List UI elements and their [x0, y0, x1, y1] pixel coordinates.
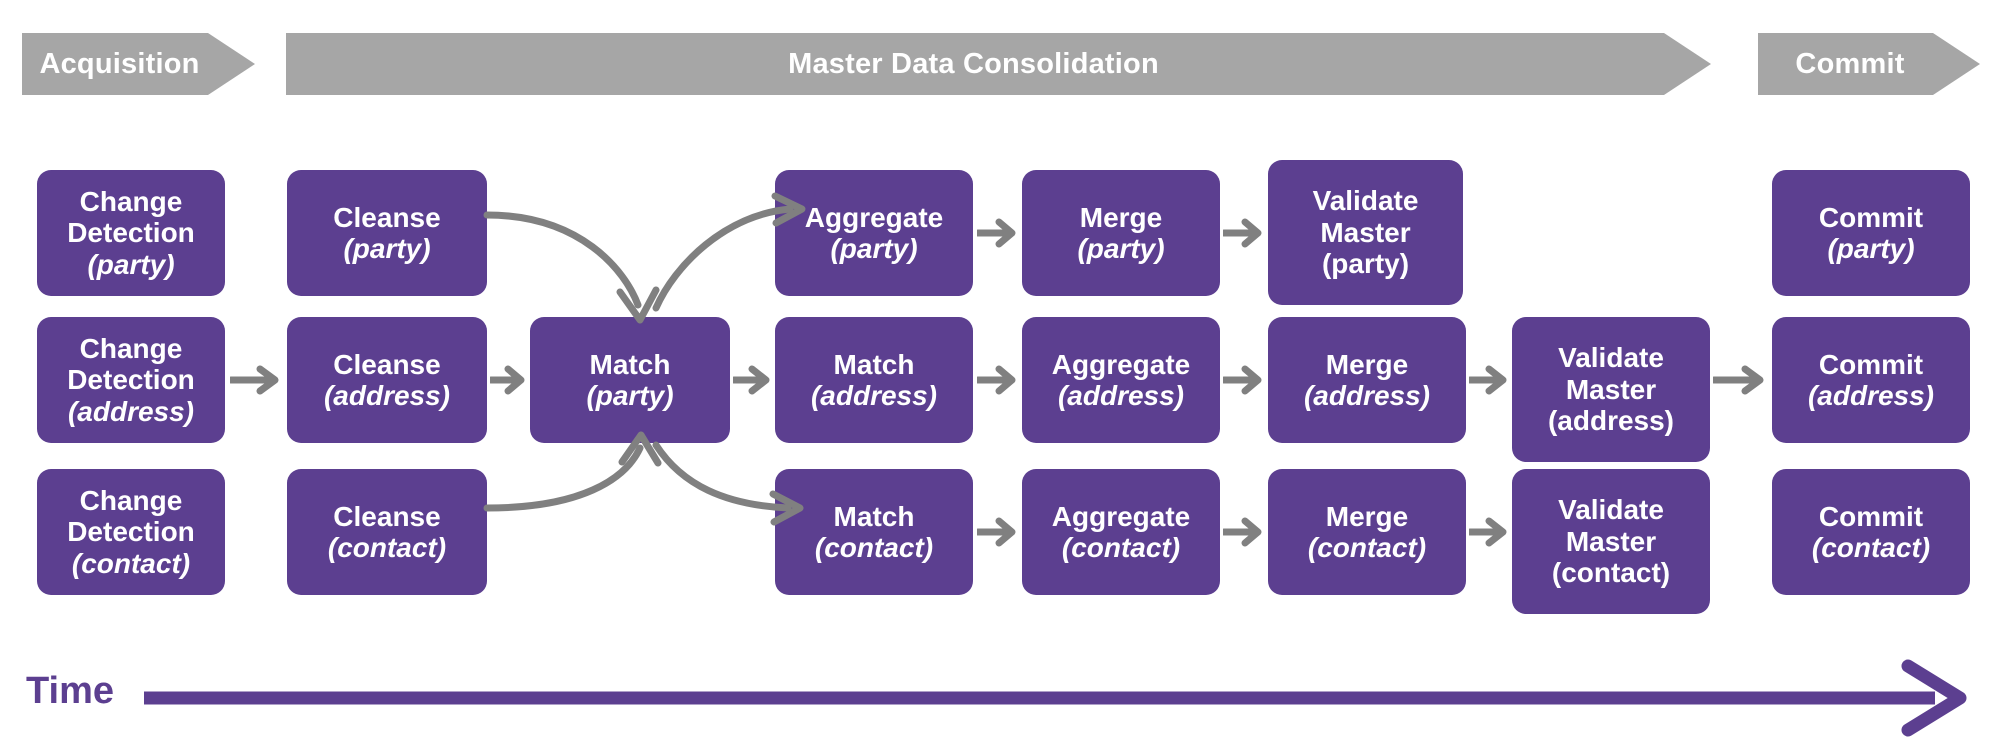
arrow-match-to-aggregate-address — [977, 360, 1020, 400]
node-line1: Commit — [1818, 348, 1924, 380]
arrow-aggregate-to-merge-address — [1223, 360, 1266, 400]
node-qualifier: (address) — [810, 380, 938, 411]
node-line1: Aggregate — [1051, 348, 1191, 380]
phase-banner-acquisition: Acquisition — [22, 33, 255, 95]
time-arrow-icon — [140, 652, 1980, 744]
node-commit-address[interactable]: Commit (address) — [1772, 317, 1970, 443]
arrow-aggregate-to-merge-contact — [1223, 512, 1266, 552]
node-line1: Aggregate — [1051, 500, 1191, 532]
node-qualifier: (address) — [1547, 405, 1675, 437]
node-commit-party[interactable]: Commit (party) — [1772, 170, 1970, 296]
node-qualifier: (address) — [67, 395, 195, 427]
node-match-party[interactable]: Match (party) — [530, 317, 730, 443]
phase-banner-commit: Commit — [1758, 33, 1980, 95]
node-line2: Detection — [67, 516, 195, 548]
node-line1: Match — [833, 500, 915, 532]
node-line1: Match — [589, 348, 671, 380]
node-merge-party[interactable]: Merge (party) — [1022, 170, 1220, 296]
node-qualifier: (contact) — [327, 532, 447, 563]
node-line1: Aggregate — [804, 201, 944, 233]
node-qualifier: (contact) — [1307, 532, 1427, 563]
node-qualifier: (address) — [1807, 380, 1935, 411]
node-commit-contact[interactable]: Commit (contact) — [1772, 469, 1970, 595]
node-qualifier: (party) — [343, 233, 431, 264]
phase-label-commit: Commit — [1795, 47, 1905, 80]
node-line1: Validate — [1312, 185, 1419, 217]
node-qualifier: (contact) — [71, 547, 191, 579]
phase-label-acquisition: Acquisition — [39, 47, 200, 80]
node-line1: Change — [79, 185, 183, 217]
process-flow-diagram: Acquisition Master Data Consolidation Co… — [0, 0, 2000, 744]
node-change-detection-party[interactable]: Change Detection (party) — [37, 170, 225, 296]
phase-label-master-data-consolidation: Master Data Consolidation — [788, 47, 1159, 80]
node-line1: Merge — [1325, 500, 1409, 532]
node-line2: Detection — [67, 364, 195, 396]
arrow-merge-to-validate-party — [1223, 213, 1266, 253]
node-line1: Commit — [1818, 201, 1924, 233]
node-validate-master-address[interactable]: Validate Master (address) — [1512, 317, 1710, 462]
node-line1: Change — [79, 484, 183, 516]
node-merge-contact[interactable]: Merge (contact) — [1268, 469, 1466, 595]
node-line2: Detection — [67, 217, 195, 249]
arrow-validate-to-commit-address — [1713, 360, 1769, 400]
node-qualifier: (party) — [586, 380, 674, 411]
node-qualifier: (address) — [1303, 380, 1431, 411]
node-line1: Match — [833, 348, 915, 380]
time-axis: Time — [0, 652, 2000, 744]
node-cleanse-address[interactable]: Cleanse (address) — [287, 317, 487, 443]
node-line1: Merge — [1079, 201, 1163, 233]
node-qualifier: (party) — [87, 248, 175, 280]
node-validate-master-contact[interactable]: Validate Master (contact) — [1512, 469, 1710, 614]
arrow-cleanse-to-match-party-address — [490, 360, 528, 400]
arrow-aggregate-to-merge-party — [977, 213, 1020, 253]
node-line2: Master — [1565, 373, 1657, 405]
node-qualifier: (party) — [830, 233, 918, 264]
time-axis-label: Time — [26, 670, 115, 712]
node-line2: Master — [1320, 216, 1411, 248]
node-line2: Master — [1565, 525, 1657, 557]
node-line1: Cleanse — [333, 500, 441, 532]
node-qualifier: (contact) — [1811, 532, 1931, 563]
node-qualifier: (contact) — [814, 532, 934, 563]
node-line1: Commit — [1818, 500, 1924, 532]
node-aggregate-party[interactable]: Aggregate (party) — [775, 170, 973, 296]
node-validate-master-party[interactable]: Validate Master (party) — [1268, 160, 1463, 305]
arrow-change-detection-to-cleanse-address — [230, 360, 284, 400]
node-qualifier: (party) — [1321, 248, 1410, 280]
node-qualifier: (contact) — [1061, 532, 1181, 563]
node-cleanse-contact[interactable]: Cleanse (contact) — [287, 469, 487, 595]
node-qualifier: (party) — [1077, 233, 1165, 264]
arrow-merge-to-validate-contact — [1469, 512, 1510, 552]
arrow-merge-to-validate-address — [1469, 360, 1510, 400]
arrow-match-to-aggregate-contact — [977, 512, 1020, 552]
node-line1: Change — [79, 332, 183, 364]
node-line1: Merge — [1325, 348, 1409, 380]
node-qualifier: (contact) — [1551, 557, 1671, 589]
node-match-contact[interactable]: Match (contact) — [775, 469, 973, 595]
node-line1: Cleanse — [333, 201, 441, 233]
node-line1: Validate — [1558, 342, 1664, 374]
node-change-detection-contact[interactable]: Change Detection (contact) — [37, 469, 225, 595]
phase-banner-master-data-consolidation: Master Data Consolidation — [286, 33, 1711, 95]
node-merge-address[interactable]: Merge (address) — [1268, 317, 1466, 443]
node-qualifier: (address) — [1057, 380, 1185, 411]
node-change-detection-address[interactable]: Change Detection (address) — [37, 317, 225, 443]
node-line1: Cleanse — [333, 348, 441, 380]
node-match-address[interactable]: Match (address) — [775, 317, 973, 443]
node-qualifier: (party) — [1827, 233, 1915, 264]
node-qualifier: (address) — [323, 380, 451, 411]
node-aggregate-address[interactable]: Aggregate (address) — [1022, 317, 1220, 443]
node-cleanse-party[interactable]: Cleanse (party) — [287, 170, 487, 296]
node-line1: Validate — [1558, 494, 1664, 526]
node-aggregate-contact[interactable]: Aggregate (contact) — [1022, 469, 1220, 595]
arrow-match-party-to-match-address — [733, 360, 773, 400]
